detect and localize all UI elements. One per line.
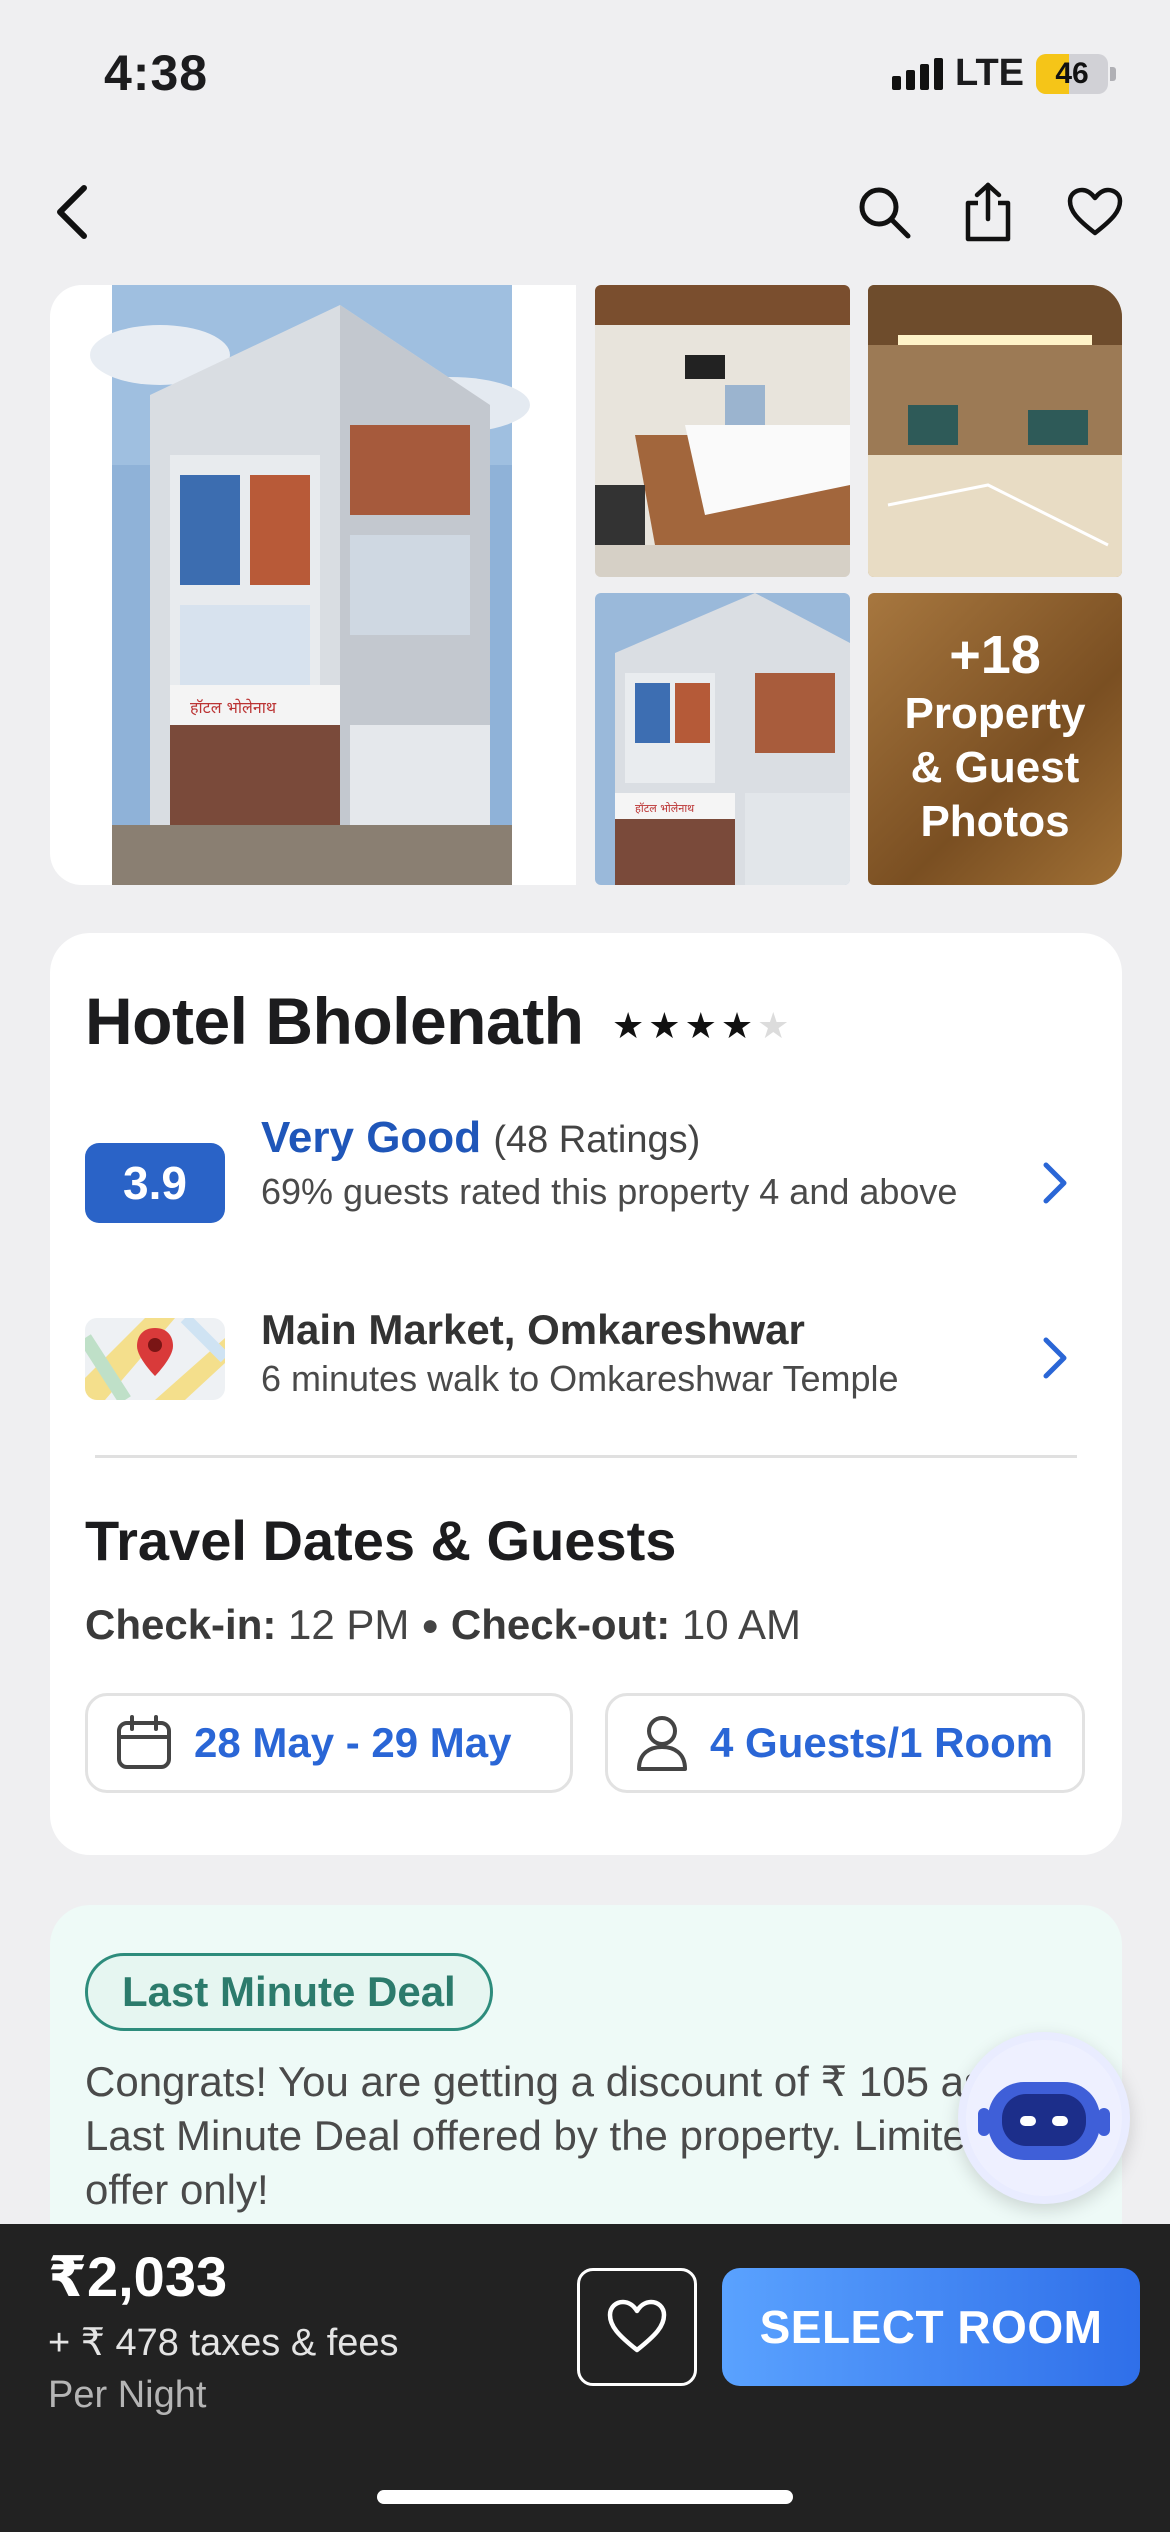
location-subtitle: 6 minutes walk to Omkareshwar Temple [261,1358,899,1399]
separator-dot: ● [421,1609,440,1642]
location-title: Main Market, Omkareshwar [261,1306,805,1353]
signal-icon [892,57,944,90]
battery-level: 46 [1055,56,1089,90]
star-filled-icon: ★ [720,1005,754,1046]
checkin-value: 12 PM [276,1601,422,1648]
dates-value: 28 May - 29 May [194,1719,512,1766]
home-indicator [377,2490,793,2504]
person-icon [637,1716,687,1771]
status-bar: 4:38 LTE 46 [0,0,1170,150]
wishlist-button[interactable] [577,2268,697,2386]
share-button[interactable] [948,172,1028,252]
select-room-button[interactable]: SELECT ROOM [722,2268,1140,2386]
photo-thumb-reception[interactable] [595,285,850,577]
rating-label: Very Good [261,1113,482,1162]
photo-thumb-lobby[interactable] [868,285,1122,577]
deal-badge: Last Minute Deal [85,1953,493,2031]
location-row[interactable]: Main Market, Omkareshwar 6 minutes walk … [85,1298,1095,1418]
divider [95,1455,1077,1458]
search-button[interactable] [844,172,924,252]
battery-cap [1110,66,1116,81]
robot-icon [966,2040,1122,2196]
chatbot-button[interactable] [958,2032,1130,2204]
lobby-photo [868,285,1122,577]
checkin-label: Check-in: [85,1601,277,1648]
chevron-right-icon [1035,1328,1075,1388]
network-label: LTE [955,52,1024,94]
hotel-name: Hotel Bholenath [85,984,584,1058]
status-time: 4:38 [104,45,209,101]
checkout-label: Check-out: [439,1601,671,1648]
search-icon [859,187,911,239]
photo-thumb-exterior[interactable]: हॉटल भोलेनाथ [595,593,850,885]
hotel-info-card: Hotel Bholenath ★ ★ ★ ★ ★ 3.9 Very Good (48 … [50,933,1122,1855]
hotel-building-photo: हॉटल भोलेनाथ [90,285,530,885]
status-indicators: LTE 46 [892,52,1116,95]
more-photos-tile[interactable]: +18 Property & Guest Photos [868,593,1122,885]
more-photos-label: Property & Guest Photos [904,689,1086,846]
main-photo[interactable]: हॉटल भोलेनाथ [50,285,576,885]
svg-text:हॉटल भोलेनाथ: हॉटल भोलेनाथ [190,698,277,717]
heart-icon [607,2299,667,2353]
map-thumbnail [85,1318,225,1400]
guests-value: 4 Guests/1 Room [710,1719,1054,1766]
favorite-button[interactable] [1055,172,1135,252]
back-button[interactable] [32,172,112,252]
star-rating: ★ ★ ★ ★ ★ [612,1005,789,1047]
taxes-fees: + ₹ 478 taxes & fees [48,2322,399,2364]
share-icon [965,182,1011,242]
more-photos-count: +18 [949,625,1041,685]
star-filled-icon: ★ [612,1005,645,1046]
calendar-icon [117,1715,171,1769]
photo-gallery[interactable]: हॉटल भोलेनाथ हॉटल भोलेनाथ +18 Property &… [50,285,1122,885]
reception-photo [595,285,850,577]
star-filled-icon: ★ [648,1005,681,1046]
chevron-left-icon [57,185,87,239]
rating-description: 69% guests rated this property 4 and abo… [261,1171,958,1212]
checkin-checkout-times: Check-in: 12 PM ● Check-out: 10 AM [85,1601,801,1649]
heart-icon [1067,187,1123,236]
svg-text:हॉटल भोलेनाथ: हॉटल भोलेनाथ [635,802,695,815]
star-filled-icon: ★ [684,1005,717,1046]
travel-section-title: Travel Dates & Guests [85,1509,677,1572]
battery-icon: 46 [1036,53,1108,94]
rating-row[interactable]: 3.9 Very Good (48 Ratings) 69% guests ra… [85,1113,1095,1263]
star-empty-icon: ★ [757,1005,790,1046]
exterior-photo: हॉटल भोलेनाथ [595,593,850,885]
map-pin-icon [85,1318,225,1400]
rating-count: (48 Ratings) [493,1119,701,1161]
per-night-label: Per Night [48,2374,207,2416]
rating-title: Very Good (48 Ratings) [261,1113,700,1163]
checkout-value: 10 AM [670,1601,801,1648]
rating-score-badge: 3.9 [85,1143,225,1223]
room-price: ₹2,033 [48,2245,228,2308]
dates-selector[interactable]: 28 May - 29 May [85,1693,573,1793]
deal-description: Congrats! You are getting a discount of … [85,2058,1081,2213]
guests-selector[interactable]: 4 Guests/1 Room [605,1693,1085,1793]
bottom-booking-bar: ₹2,033 + ₹ 478 taxes & fees Per Night SE… [0,2224,1170,2532]
chevron-right-icon [1035,1153,1075,1213]
nav-bar [0,150,1170,280]
